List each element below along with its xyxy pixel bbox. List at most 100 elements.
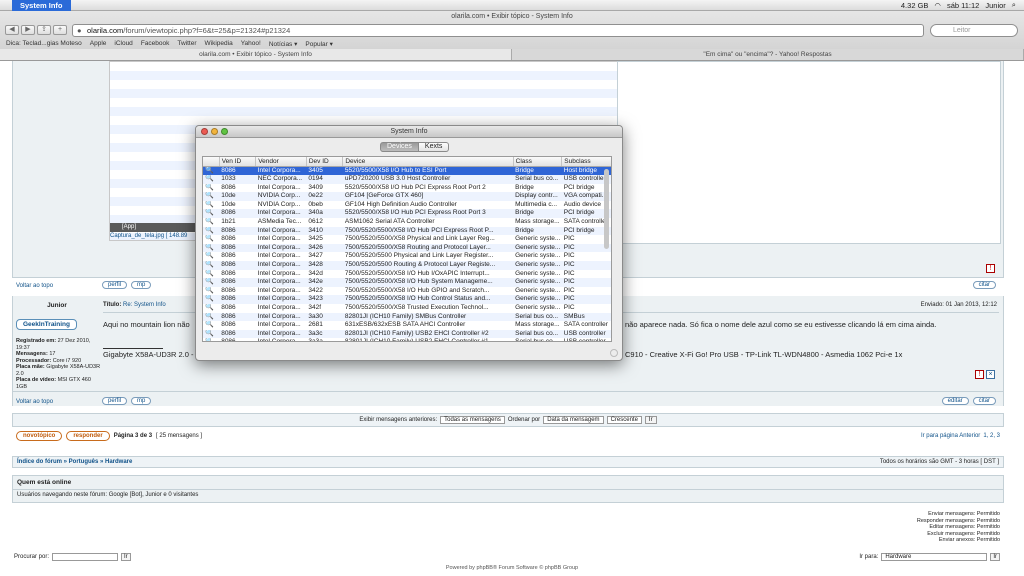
quote-button[interactable]: citar — [972, 281, 996, 289]
attachment-link[interactable]: Captura_de_tela.jpg [ 148.89 — [110, 233, 187, 239]
table-row[interactable]: 🔍 8086 Intel Corpora... 3428 7500/5520/5500 … — [203, 261, 611, 270]
bookmark-item[interactable]: Yahoo! — [241, 40, 261, 47]
magnifier-icon[interactable]: 🔍 — [203, 226, 220, 236]
device-table-container[interactable]: Ven ID Vendor Dev ID Device Class Subcla… — [202, 156, 612, 342]
magnifier-icon[interactable]: 🔍 — [203, 209, 220, 219]
column-header[interactable]: Vendor — [255, 157, 307, 167]
magnifier-icon[interactable]: 🔍 — [203, 218, 219, 227]
table-row[interactable]: 🔍 8086 Intel Corpora... 3a30 82801JI (ICH10 … — [203, 312, 611, 322]
magnifier-icon[interactable]: 🔍 — [203, 321, 219, 330]
table-row[interactable]: 🔍 8086 Intel Corpora... 3426 7500/5520/5500/… — [203, 243, 611, 253]
magnifier-icon[interactable]: 🔍 — [203, 312, 220, 322]
pm-button[interactable]: mp — [131, 397, 152, 405]
breadcrumb-links[interactable]: Índice do fórum » Português » Hardware — [17, 459, 132, 465]
page-links[interactable]: 1, 2, 3 — [983, 433, 1000, 439]
bookmark-item[interactable]: Wikipedia — [205, 40, 233, 47]
magnifier-icon[interactable]: 🔍 — [203, 278, 220, 287]
magnifier-icon[interactable]: 🔍 — [203, 243, 220, 253]
table-row[interactable]: 🔍 8086 Intel Corpora... 3409 5520/5500/X58 I… — [203, 184, 611, 193]
table-row[interactable]: 🔍 8086 Intel Corpora... 3a3c 82801JI (ICH10 … — [203, 329, 611, 339]
profile-button[interactable]: perfil — [102, 397, 128, 405]
profile-button[interactable]: perfil — [102, 281, 128, 289]
sort-dir-select[interactable]: Crescente — [606, 416, 642, 424]
bookmark-item[interactable]: Dica: Teclad...gias Moteso — [6, 40, 82, 47]
table-row[interactable]: 🔍 8086 Intel Corpora... 342e 7500/5520/5500/… — [203, 278, 611, 287]
table-row[interactable]: 🔍 8086 Intel Corpora... 340a 5520/5500/X58 I… — [203, 209, 611, 219]
zoom-window-icon[interactable] — [221, 128, 228, 135]
bookmark-item[interactable]: Facebook — [141, 40, 170, 47]
table-row[interactable]: 🔍 8086 Intel Corpora... 3422 7500/5520/5500/… — [203, 287, 611, 296]
app-menu[interactable]: System Info — [12, 0, 71, 11]
magnifier-icon[interactable]: 🔍 — [203, 201, 219, 210]
post-author[interactable]: Junior — [13, 302, 101, 309]
tab-kexts[interactable]: Kexts — [418, 142, 450, 152]
report-icon[interactable]: ! — [975, 370, 984, 379]
table-row[interactable]: 🔍 8086 Intel Corpora... 3410 7500/5520/5500/… — [203, 226, 611, 236]
magnifier-icon[interactable]: 🔍 — [203, 329, 220, 339]
forward-icon[interactable]: ▶ — [21, 25, 35, 35]
table-row[interactable]: 🔍 10de NVIDIA Corp... 0e22 GF104 [GeForce GT… — [203, 192, 611, 201]
address-bar[interactable]: ● olarila.com/forum/viewtopic.php?f=6&t=… — [72, 24, 924, 37]
back-icon[interactable]: ◀ — [5, 25, 19, 35]
reader-button[interactable]: Leitor — [930, 24, 1018, 37]
back-to-top-link[interactable]: Voltar ao topo — [16, 399, 53, 405]
bookmark-item[interactable]: Notícias ▾ — [269, 40, 298, 48]
magnifier-icon[interactable]: 🔍 — [203, 252, 219, 261]
tab-devices[interactable]: Devices — [380, 142, 419, 152]
magnifier-icon[interactable]: 🔍 — [203, 287, 219, 296]
table-row[interactable]: 🔍 8086 Intel Corpora... 342f 7500/5520/5500/… — [203, 304, 611, 313]
magnifier-icon[interactable]: 🔍 — [203, 175, 220, 184]
bookmark-item[interactable]: Twitter — [177, 40, 196, 47]
column-header[interactable]: Device — [342, 157, 514, 167]
add-icon[interactable]: + — [53, 25, 67, 35]
tab-olarila[interactable]: olarila.com • Exibir tópico - System Inf… — [0, 49, 512, 60]
sort-by-select[interactable]: Data da mensagem — [543, 416, 604, 424]
previous-page-link[interactable]: Ir para página Anterior — [921, 433, 980, 439]
jump-go-button[interactable]: Ir — [990, 553, 1000, 561]
back-to-top-link[interactable]: Voltar ao topo — [16, 283, 53, 289]
user-menu[interactable]: Junior — [985, 1, 1005, 10]
resize-grip[interactable] — [610, 349, 618, 357]
column-header[interactable]: Class — [513, 157, 563, 167]
wifi-icon[interactable]: ◠ — [934, 1, 941, 10]
report-icon[interactable]: ! — [986, 264, 995, 273]
reply-button[interactable]: responder — [66, 431, 110, 441]
table-row[interactable]: 🔍 1b21 ASMedia Tec... 0612 ASM1062 Serial AT… — [203, 218, 611, 227]
spotlight-icon[interactable]: ⌕ — [1012, 0, 1016, 10]
search-input[interactable] — [52, 553, 119, 561]
table-row[interactable]: 🔍 8086 Intel Corpora... 2681 631xESB/632xESB… — [203, 321, 611, 330]
table-row[interactable]: 🔍 8086 Intel Corpora... 3a3a 82801JI (ICH10 … — [203, 338, 611, 341]
sort-all-select[interactable]: Todas as mensagens — [440, 416, 505, 424]
magnifier-icon[interactable]: 🔍 — [203, 270, 219, 279]
clock[interactable]: sáb 11:12 — [947, 1, 979, 10]
table-row[interactable]: 🔍 8086 Intel Corpora... 3425 7500/5520/5500/… — [203, 235, 611, 244]
sort-go-button[interactable]: Ir — [644, 416, 657, 424]
magnifier-icon[interactable]: 🔍 — [203, 192, 220, 201]
share-icon[interactable]: ⇪ — [37, 25, 51, 35]
sysinfo-titlebar[interactable]: System Info — [196, 126, 622, 138]
magnifier-icon[interactable]: 🔍 — [203, 166, 220, 176]
table-row[interactable]: 🔍 1033 NEC Corpora... 0194 uPD720200 USB 3.0… — [203, 175, 611, 184]
table-row[interactable]: 🔍 8086 Intel Corpora... 3427 7500/5520/5500 … — [203, 252, 611, 261]
table-row[interactable]: 🔍 8086 Intel Corpora... 342d 7500/5520/5500/… — [203, 270, 611, 279]
magnifier-icon[interactable]: 🔍 — [203, 338, 219, 341]
table-scrollbar[interactable] — [604, 169, 609, 249]
bookmark-item[interactable]: Popular ▾ — [305, 40, 332, 48]
delete-icon[interactable]: × — [986, 370, 995, 379]
close-window-icon[interactable] — [201, 128, 208, 135]
table-row[interactable]: 🔍 10de NVIDIA Corp... 0beb GF104 High Defini… — [203, 201, 611, 210]
column-header[interactable]: Ven ID — [219, 157, 257, 167]
magnifier-icon[interactable]: 🔍 — [203, 184, 219, 193]
magnifier-icon[interactable]: 🔍 — [203, 235, 219, 244]
search-go-button[interactable]: Ir — [121, 553, 131, 561]
minimize-window-icon[interactable] — [211, 128, 218, 135]
table-row[interactable]: 🔍 8086 Intel Corpora... 3405 5520/5500/X58 I… — [203, 166, 611, 176]
magnifier-icon[interactable]: 🔍 — [203, 295, 220, 304]
username-badge[interactable]: GeekInTraining — [16, 319, 77, 330]
table-row[interactable]: 🔍 8086 Intel Corpora... 3423 7500/5520/5500/… — [203, 295, 611, 304]
magnifier-icon[interactable]: 🔍 — [203, 261, 220, 270]
pm-button[interactable]: mp — [131, 281, 152, 289]
quote-button[interactable]: citar — [972, 397, 996, 405]
edit-button[interactable]: editar — [941, 397, 969, 405]
magnifier-icon[interactable]: 🔍 — [203, 304, 219, 313]
